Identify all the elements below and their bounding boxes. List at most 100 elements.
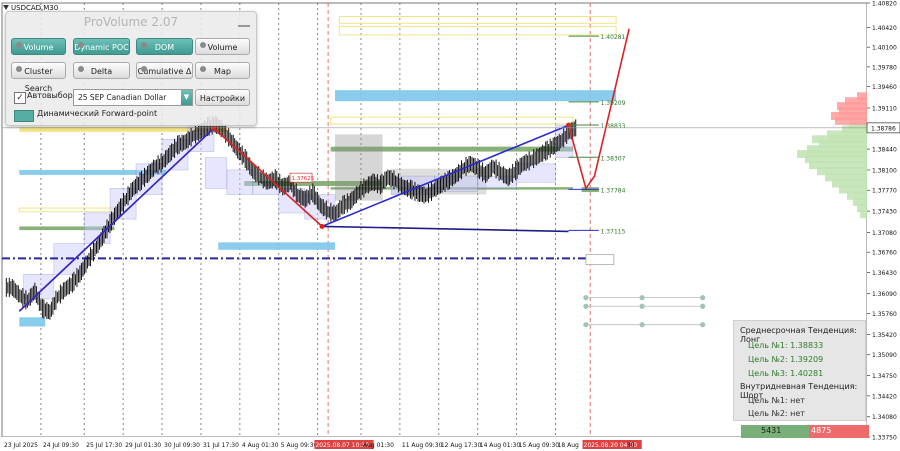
current-price-label: 1.38786 bbox=[871, 125, 896, 132]
chart-window: 1.40281 1.39209 1.38833 1.38307 1.37784 1.371… bbox=[0, 0, 900, 451]
auto-select-label: Автовыбор bbox=[27, 91, 73, 100]
target-level-label: 1.38833 bbox=[601, 123, 626, 130]
target-level-label: 1.39209 bbox=[601, 100, 626, 107]
time-tick-label: 15 Aug 09:30 bbox=[519, 442, 560, 449]
circle-icon bbox=[78, 42, 84, 48]
session-box bbox=[204, 157, 228, 189]
pivot-marker bbox=[211, 125, 217, 131]
price-tick-label: 1.37770 bbox=[872, 188, 897, 195]
cluster-search-button[interactable]: Cluster Search bbox=[11, 62, 66, 93]
price-tick-label: 1.39780 bbox=[872, 64, 897, 71]
cumulative-delta-button[interactable]: Cumulative Δ bbox=[136, 62, 193, 79]
time-tick-label: 23 Jul 2025 bbox=[4, 442, 38, 449]
cluster-search-label: Cluster Search bbox=[24, 67, 53, 93]
delta-bar: 5431 4875 bbox=[741, 425, 869, 438]
price-tick-label: 1.36760 bbox=[872, 250, 897, 257]
session-profile bbox=[335, 134, 383, 201]
auto-select-checkbox[interactable]: ✓ bbox=[14, 92, 26, 104]
projection-box bbox=[585, 254, 615, 266]
price-tick-label: 1.38440 bbox=[872, 147, 897, 154]
delta-sell-value: 4875 bbox=[811, 426, 832, 435]
circle-icon bbox=[141, 42, 147, 48]
price-tick-label: 1.38100 bbox=[872, 167, 897, 174]
circle-icon bbox=[200, 42, 206, 48]
price-tick-label: 1.37430 bbox=[872, 209, 897, 216]
volume-button[interactable]: Volume bbox=[195, 38, 250, 55]
session-box bbox=[516, 163, 556, 183]
projection-dot bbox=[639, 295, 645, 301]
chevron-down-icon[interactable]: ▼ bbox=[181, 90, 192, 105]
map-button[interactable]: Map bbox=[195, 62, 250, 79]
circle-icon bbox=[141, 66, 147, 72]
time-tick-label: 4 Aug 01:30 bbox=[242, 442, 279, 449]
delta-buy-value: 5431 bbox=[761, 426, 782, 435]
target-level-label: 1.38307 bbox=[601, 155, 626, 162]
forward-point-label: Динамический Forward-point bbox=[37, 109, 158, 118]
map-label: Map bbox=[214, 67, 231, 76]
pivot-marker bbox=[319, 223, 325, 229]
time-tick-label: 11 Aug 09:30 bbox=[402, 442, 443, 449]
time-tick-label: 5 Aug 09:30 bbox=[281, 442, 318, 449]
time-tick-label: 31 Jul 17:30 bbox=[203, 442, 239, 449]
contract-select[interactable]: 25 SEP Canadian Dollar ▼ bbox=[73, 89, 193, 106]
target-level-label: 1.37784 bbox=[601, 187, 626, 194]
time-tick-label: 24 Jul 09:30 bbox=[43, 442, 79, 449]
medium-target-2: Цель №2: 1.39209 bbox=[748, 355, 824, 364]
price-tick-label: 1.40420 bbox=[872, 25, 897, 32]
time-tick-label: 29 Jul 01:30 bbox=[125, 442, 161, 449]
circle-icon bbox=[78, 66, 84, 72]
provolume-panel: ProVolume 2.07 Volume Profile Dynamic PO… bbox=[5, 11, 257, 126]
price-tick-label: 1.40820 bbox=[872, 1, 897, 8]
volume-profile-button[interactable]: Volume Profile bbox=[11, 38, 66, 69]
volume-label: Volume bbox=[207, 43, 238, 52]
projection-dot bbox=[583, 322, 589, 328]
price-tick-label: 1.35760 bbox=[872, 311, 897, 318]
projection-dot bbox=[639, 303, 645, 309]
circle-icon bbox=[16, 66, 22, 72]
dynamic-poc-button[interactable]: Dynamic POC bbox=[73, 38, 130, 55]
time-tick-label: 18 Aug bbox=[558, 442, 579, 449]
time-tick-label: 30 Jul 09:30 bbox=[164, 442, 200, 449]
delta-button[interactable]: Delta bbox=[73, 62, 130, 79]
session-box bbox=[23, 274, 55, 300]
time-tick-label: 14 Aug 01:30 bbox=[480, 442, 521, 449]
price-zone bbox=[335, 90, 617, 102]
projection-dot bbox=[583, 303, 589, 309]
dom-label: DOM bbox=[154, 43, 175, 52]
forward-point-toggle[interactable] bbox=[14, 110, 34, 122]
price-zone bbox=[19, 317, 46, 327]
settings-button[interactable]: Настройки bbox=[195, 89, 250, 106]
dom-button[interactable]: DOM bbox=[136, 38, 193, 55]
time-tick-label: 25 Jul 17:30 bbox=[86, 442, 122, 449]
price-tick-label: 1.39460 bbox=[872, 84, 897, 91]
projection-dot bbox=[639, 322, 645, 328]
circle-icon bbox=[16, 42, 22, 48]
time-tick-label: Aug 01:30 bbox=[363, 442, 394, 449]
delta-label: Delta bbox=[90, 67, 113, 76]
price-tick-label: 1.36090 bbox=[872, 291, 897, 298]
provolume-title: ProVolume 2.07 bbox=[83, 15, 179, 29]
mid-price-label: 1.37625 bbox=[292, 176, 315, 182]
settings-label: Настройки bbox=[199, 94, 246, 103]
target-level-label: 1.37115 bbox=[601, 228, 626, 235]
price-tick-label: 1.37080 bbox=[872, 230, 897, 237]
medium-target-3: Цель №3: 1.40281 bbox=[748, 369, 824, 378]
contract-value: 25 SEP Canadian Dollar bbox=[78, 93, 167, 102]
price-zone bbox=[218, 242, 336, 250]
volume-profile-bar bbox=[860, 210, 867, 219]
symbol-dropdown-icon[interactable] bbox=[3, 5, 9, 10]
time-tick-label: 30 bbox=[627, 442, 635, 449]
session-box bbox=[226, 169, 254, 195]
circle-icon bbox=[200, 66, 206, 72]
projection-dot bbox=[700, 303, 706, 309]
intraday-target-2: Цель №2: нет bbox=[748, 409, 805, 418]
projection-dot bbox=[583, 295, 589, 301]
price-tick-label: 1.40100 bbox=[872, 45, 897, 52]
volume-profile-bar bbox=[835, 116, 867, 125]
price-tick-label: 1.36430 bbox=[872, 270, 897, 277]
minimize-icon[interactable] bbox=[238, 17, 250, 27]
trend-panel: Среднесрочная Тенденция: Лонг Цель №1: 1… bbox=[733, 320, 866, 421]
medium-target-1: Цель №1: 1.38833 bbox=[748, 341, 824, 350]
price-tick-label: 1.33750 bbox=[872, 435, 897, 442]
intraday-target-1: Цель №1: нет bbox=[748, 396, 805, 405]
